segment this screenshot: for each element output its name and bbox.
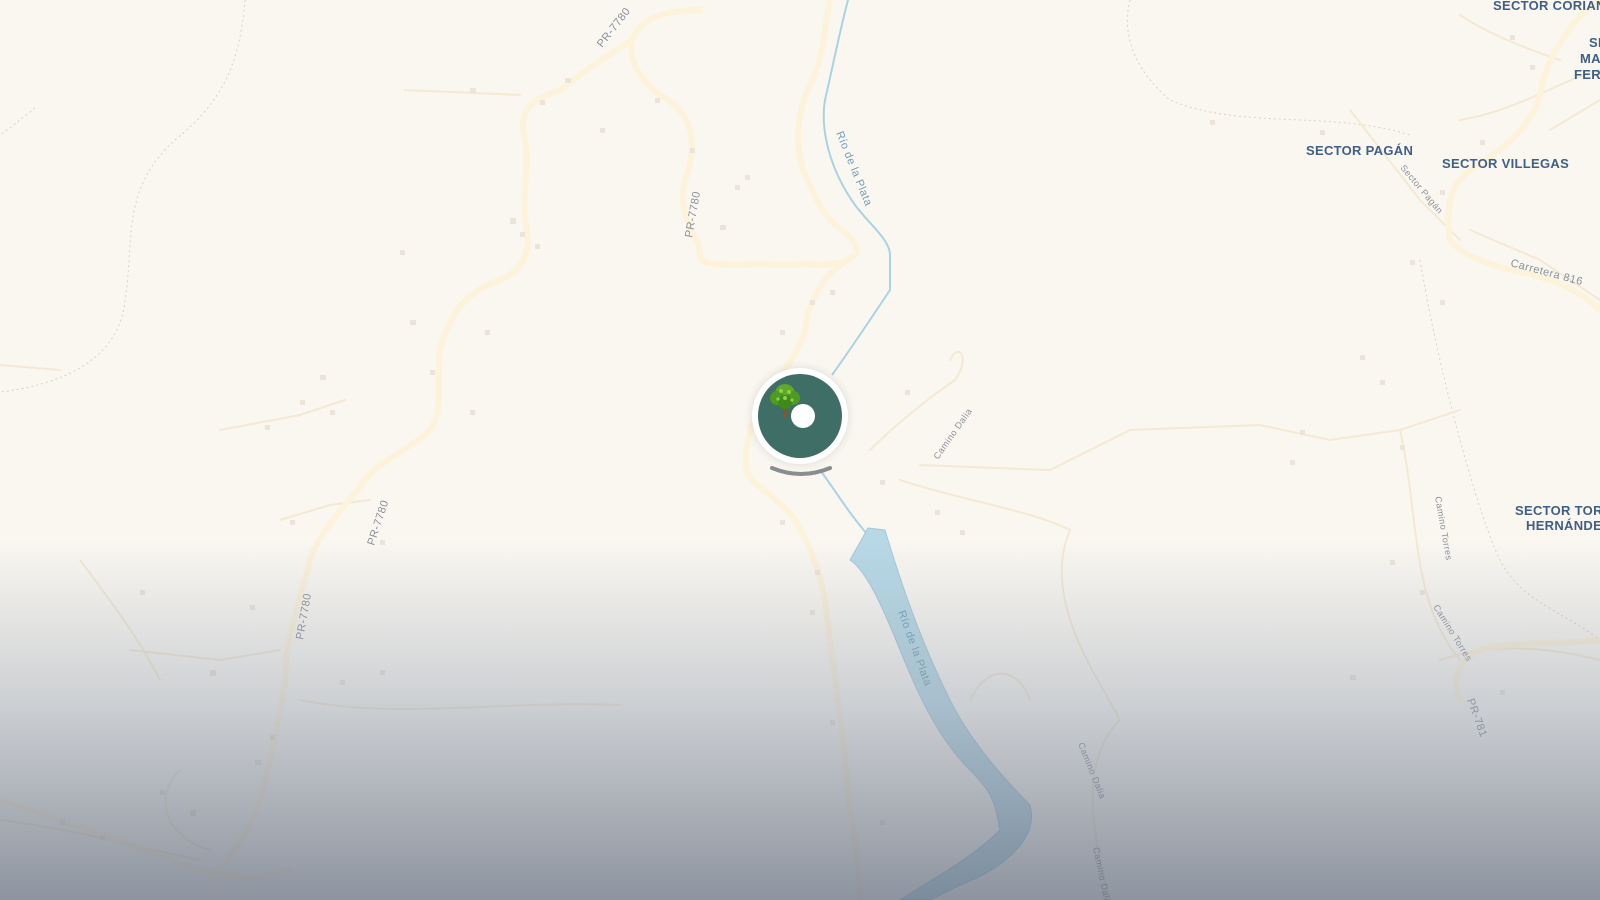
road-label-pr7780-mid: PR-7780	[683, 190, 703, 238]
river-label-1: Río de la Plata	[833, 130, 874, 209]
road-label-camino-dalia-1: Camino Dalia	[931, 406, 974, 461]
place-label-pagan: SECTOR PAGÁN	[1306, 143, 1413, 158]
place-label-torres-line2: HERNÁNDE	[1526, 518, 1600, 533]
map-view[interactable]: PR-7780 PR-7780 PR-7780 PR-7780 Sector P…	[0, 0, 1600, 900]
place-label-torres-line1: SECTOR TORI	[1515, 503, 1600, 518]
road-label-camino-torres-1: Camino Torres	[1433, 496, 1454, 562]
place-label-sm-line1: SE	[1589, 35, 1600, 50]
marker-badge	[758, 374, 842, 458]
marker-shadow	[770, 466, 832, 476]
location-marker[interactable]	[752, 368, 848, 464]
place-label-sm-line3: FER	[1574, 67, 1600, 82]
tree-icon	[770, 384, 800, 418]
place-label-sm-line2: MA	[1580, 51, 1600, 66]
road-label-pr7780-left1: PR-7780	[365, 499, 391, 547]
road-label-pr781: PR-781	[1464, 697, 1489, 739]
river-line	[819, 0, 891, 536]
river-area	[849, 527, 1032, 900]
road-label-sector-pagan: Sector Pagán	[1398, 163, 1445, 216]
road-label-camino-dalia-3: Camino Dalia	[1091, 846, 1113, 900]
place-label-villegas: SECTOR VILLEGAS	[1442, 156, 1569, 171]
road-label-camino-torres-2: Camino Torres	[1431, 603, 1474, 663]
contour-lines	[0, 0, 1600, 641]
place-label-coriano: SECTOR CORIAN	[1493, 0, 1600, 13]
